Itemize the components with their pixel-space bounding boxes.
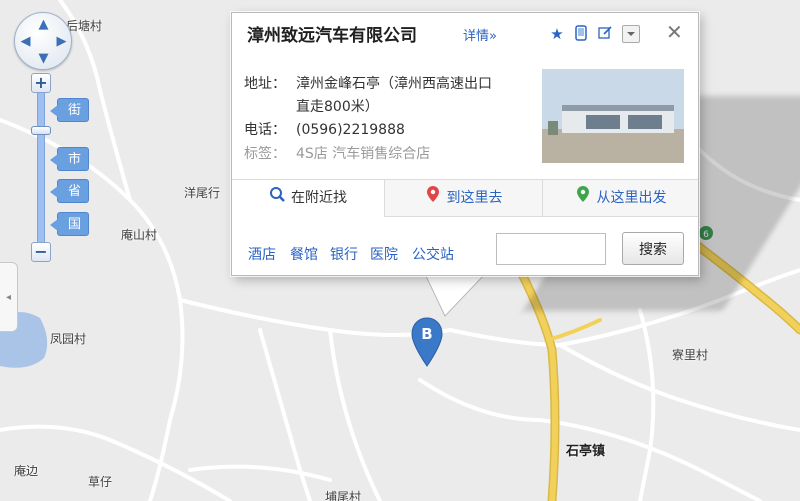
- pin-red-icon: [425, 180, 441, 217]
- details-link[interactable]: 详情»: [463, 25, 497, 44]
- zoom-level-province[interactable]: 省: [49, 179, 90, 203]
- place-label: 石亭镇: [566, 444, 606, 459]
- tab-nearby-search[interactable]: 在附近找: [232, 180, 384, 218]
- address-line-1: 漳州金峰石亭（漳州西高速出口: [296, 76, 492, 92]
- zoom-slider-handle[interactable]: [31, 126, 51, 135]
- tab-label: 从这里出发: [596, 190, 667, 206]
- collapse-panel-tab[interactable]: ◂: [0, 262, 18, 332]
- zoom-level-city[interactable]: 市: [49, 147, 90, 171]
- tags-label: 标签：: [244, 146, 286, 162]
- address-label: 地址：: [244, 76, 286, 92]
- popup-tabs: 在附近找 到这里去 从这里出发: [232, 179, 698, 218]
- tab-label: 在附近找: [291, 190, 347, 206]
- place-label: 寮里村: [672, 348, 709, 362]
- phone-number: (0596)2219888: [296, 122, 405, 138]
- place-info-popup: 漳州致远汽车有限公司 详情» ★ ✕ 地址： 漳州金峰石亭（漳州西高速出口 直走8…: [231, 12, 699, 276]
- tab-route-from[interactable]: 从这里出发: [542, 180, 698, 217]
- place-label: 埔尾村: [325, 490, 362, 501]
- tags-row: 标签： 4S店 汽车销售综合店: [244, 143, 430, 163]
- address-line-2: 直走800米）: [296, 99, 379, 115]
- zoom-level-country[interactable]: 国: [49, 212, 90, 236]
- search-button[interactable]: 搜索: [622, 232, 684, 265]
- popup-title: 漳州致远汽车有限公司: [247, 26, 417, 46]
- marker-label: B: [421, 325, 432, 343]
- star-icon[interactable]: ★: [548, 25, 566, 43]
- pan-right-icon[interactable]: ▶: [55, 35, 68, 48]
- phone-label: 电话：: [244, 122, 286, 138]
- place-label: 后塘村: [66, 19, 103, 33]
- zoom-slider-track[interactable]: [37, 90, 45, 242]
- pan-left-icon[interactable]: ◀: [19, 35, 32, 48]
- pan-up-icon[interactable]: ▲: [37, 18, 50, 31]
- close-icon[interactable]: ✕: [666, 20, 683, 44]
- zoom-level-street[interactable]: 街: [49, 98, 90, 122]
- zoom-out-button[interactable]: −: [31, 242, 51, 262]
- phone-row: 电话： (0596)2219888: [244, 119, 405, 139]
- tags-value: 4S店 汽车销售综合店: [296, 146, 431, 162]
- dropdown-icon[interactable]: [622, 25, 640, 43]
- nearby-search-input[interactable]: [496, 233, 606, 265]
- quick-search-restaurant[interactable]: 餐馆: [290, 244, 318, 264]
- zoom-in-button[interactable]: +: [31, 73, 51, 93]
- pin-green-icon: [575, 180, 591, 217]
- map-marker[interactable]: B: [410, 317, 444, 367]
- address-row: 地址： 漳州金峰石亭（漳州西高速出口: [244, 73, 492, 93]
- map-canvas[interactable]: 6 后塘村 洋尾行 庵山村 凤园村 寮里村 石亭镇 庵边 草仔 埔尾村 ▲ ▼ …: [0, 0, 800, 501]
- quick-search-bank[interactable]: 银行: [330, 244, 358, 264]
- place-label: 草仔: [88, 475, 113, 489]
- place-label: 庵边: [14, 464, 39, 478]
- search-icon: [269, 180, 285, 217]
- pan-down-icon[interactable]: ▼: [37, 52, 50, 65]
- tab-label: 到这里去: [446, 190, 503, 206]
- place-photo[interactable]: [542, 69, 684, 163]
- popup-pointer: [425, 274, 485, 317]
- pan-control[interactable]: ▲ ▼ ◀ ▶: [14, 12, 72, 70]
- quick-search-hotel[interactable]: 酒店: [248, 244, 276, 264]
- phone-icon[interactable]: [572, 25, 590, 43]
- edit-icon[interactable]: [596, 25, 614, 43]
- place-label: 洋尾行: [184, 186, 221, 200]
- tab-route-to[interactable]: 到这里去: [384, 180, 542, 217]
- quick-search-hospital[interactable]: 医院: [370, 244, 398, 264]
- quick-search-bus-stop[interactable]: 公交站: [412, 244, 454, 264]
- place-label: 庵山村: [121, 228, 158, 242]
- place-label: 凤园村: [50, 332, 87, 346]
